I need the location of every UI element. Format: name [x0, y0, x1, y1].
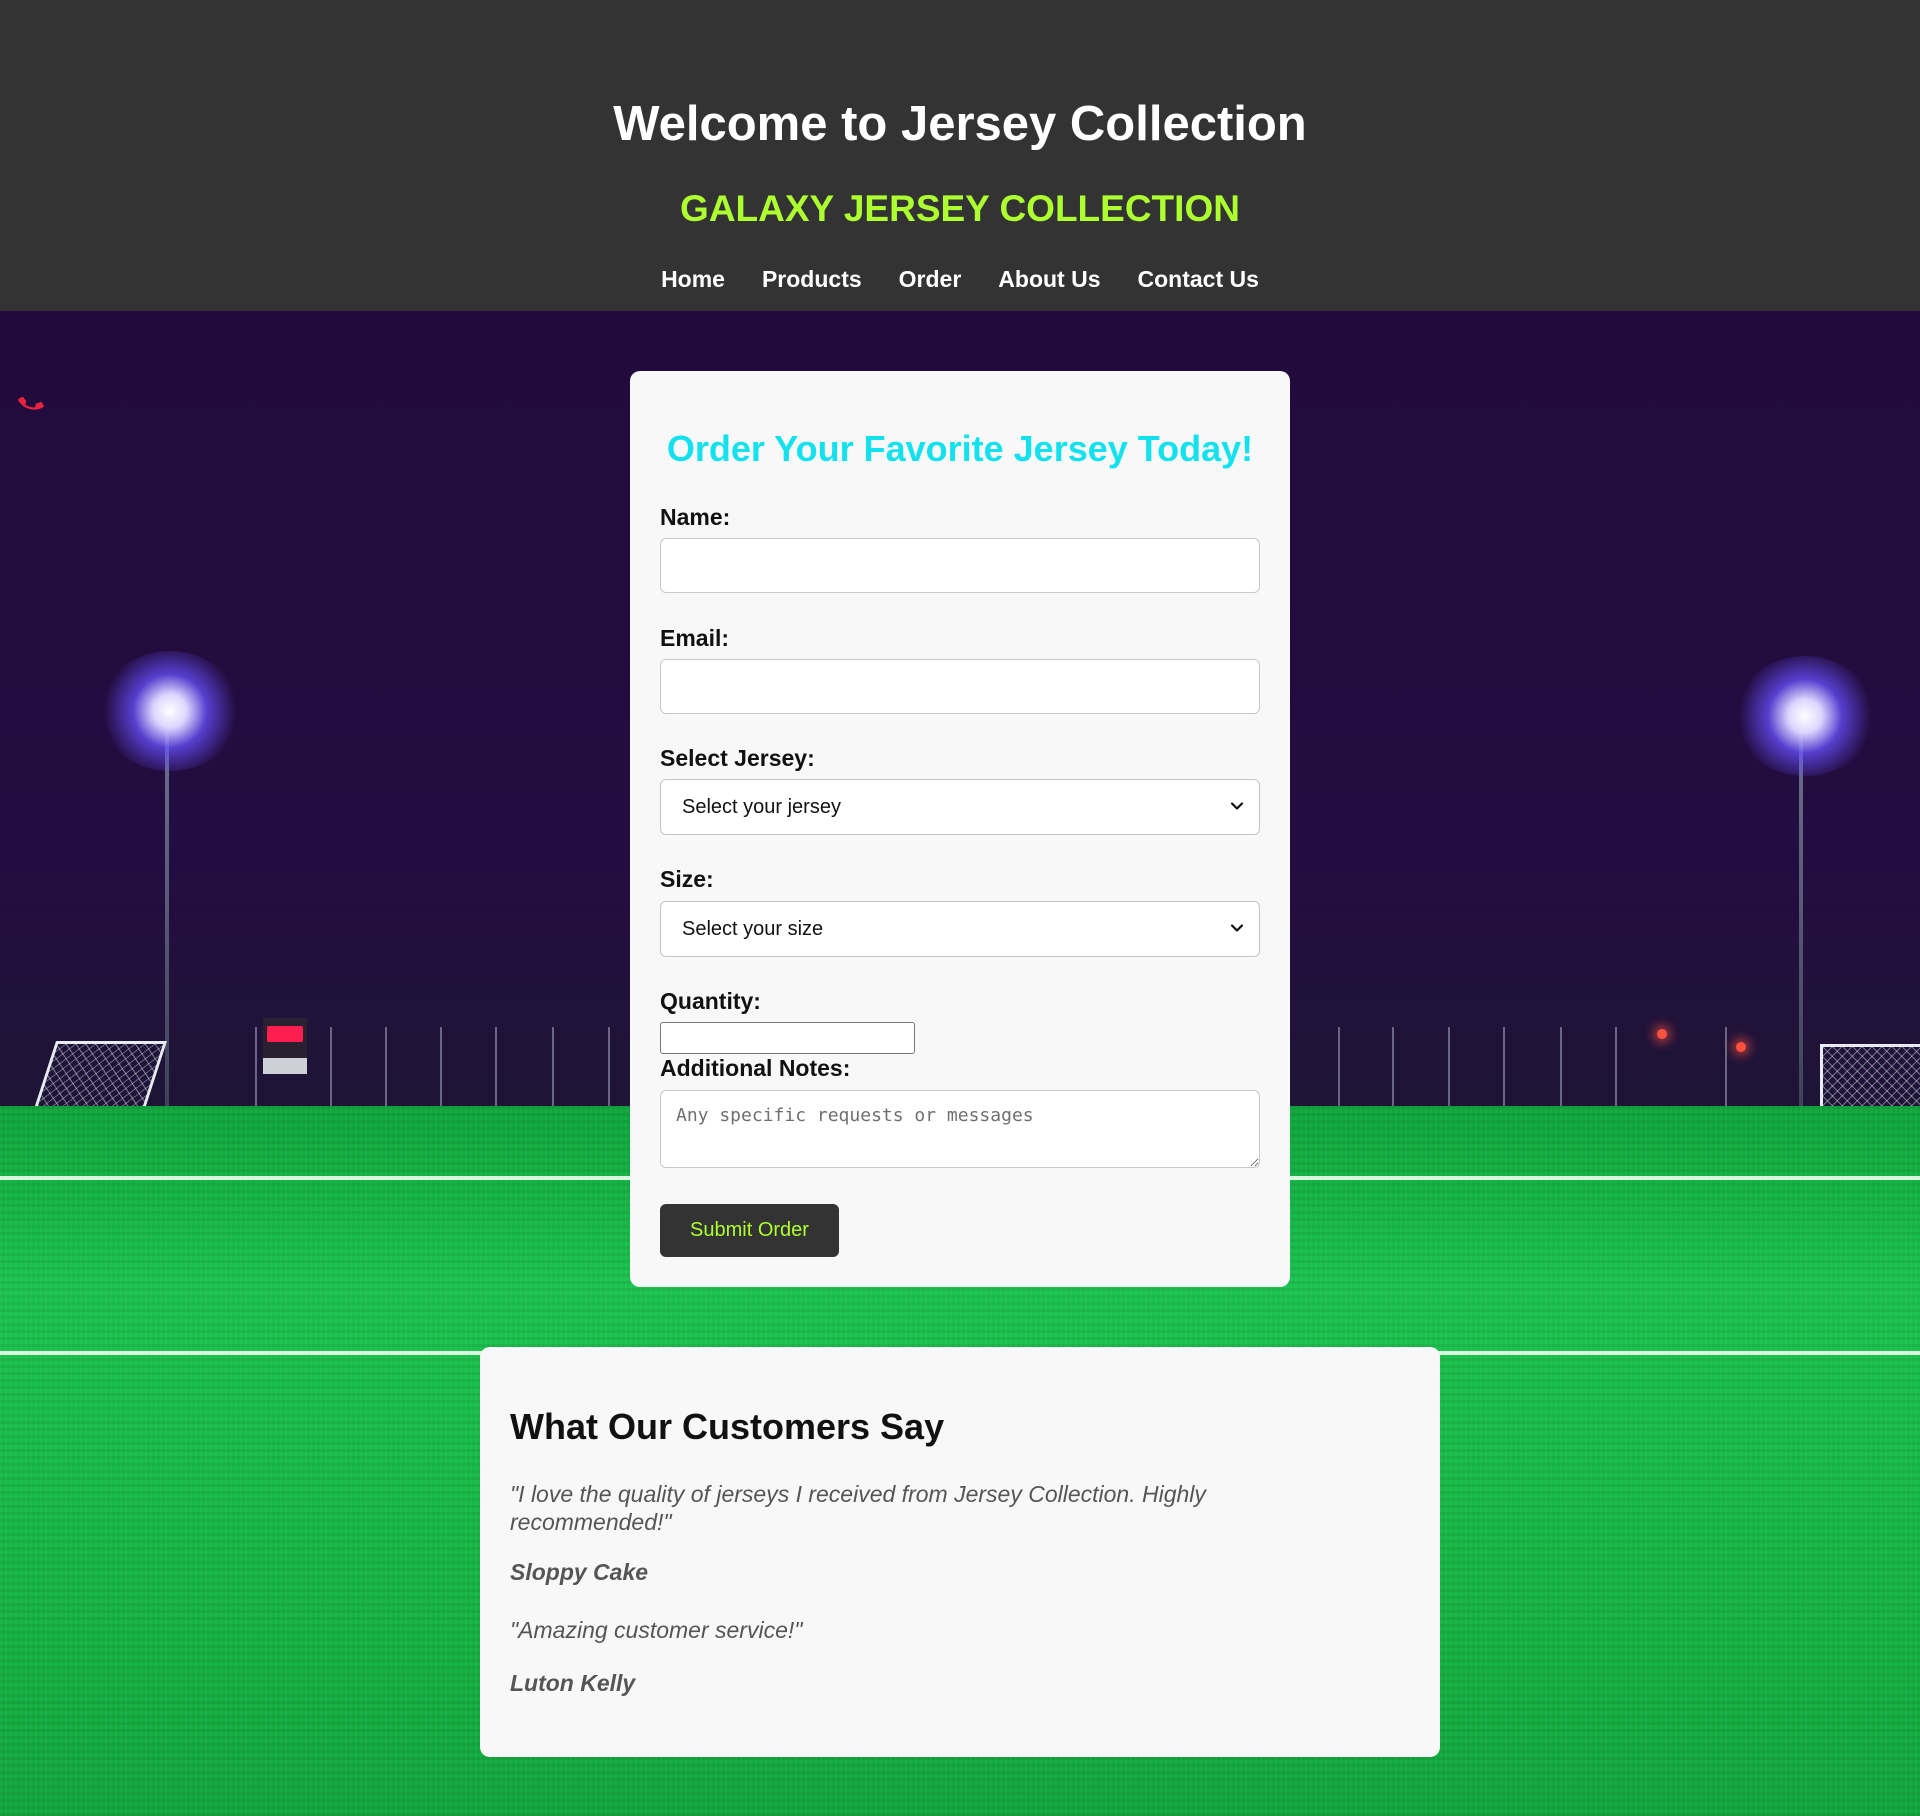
- floodlight: [1735, 656, 1875, 776]
- testimonial-quote: "I love the quality of jerseys I receive…: [510, 1481, 1206, 1535]
- floodlight-pole: [1799, 731, 1803, 1106]
- fence-post: [552, 1027, 554, 1107]
- name-input[interactable]: [660, 538, 1260, 593]
- jersey-select-value: Select your jersey: [682, 796, 841, 818]
- size-select[interactable]: Select your size: [660, 901, 1260, 957]
- jersey-label: Select Jersey:: [660, 745, 815, 771]
- testimonial-quote: "Amazing customer service!": [510, 1617, 803, 1643]
- notes-textarea[interactable]: [660, 1090, 1260, 1168]
- chevron-down-icon: [1230, 924, 1244, 932]
- fence-post: [385, 1027, 387, 1107]
- nav-order[interactable]: Order: [899, 266, 962, 293]
- size-label: Size:: [660, 866, 714, 892]
- fence-post: [1338, 1027, 1340, 1107]
- goal-net-left: [33, 1041, 168, 1109]
- red-light: [1736, 1042, 1746, 1052]
- scoreboard: [263, 1018, 307, 1074]
- jersey-select[interactable]: Select your jersey: [660, 779, 1260, 835]
- name-label: Name:: [660, 504, 731, 530]
- fence-post: [1503, 1027, 1505, 1107]
- fence-post: [495, 1027, 497, 1107]
- chevron-down-icon: [1230, 802, 1244, 810]
- fence-post: [440, 1027, 442, 1107]
- floodlight-pole: [165, 731, 169, 1106]
- red-light: [1657, 1029, 1667, 1039]
- nav-contact-us[interactable]: Contact Us: [1138, 266, 1259, 293]
- fence-post: [330, 1027, 332, 1107]
- fence-post: [1615, 1027, 1617, 1107]
- floodlight: [100, 651, 240, 771]
- fence-post: [1725, 1027, 1727, 1107]
- testimonials-heading: What Our Customers Say: [510, 1406, 945, 1447]
- site-header: Welcome to Jersey Collection GALAXY JERS…: [0, 0, 1920, 311]
- nav-about-us[interactable]: About Us: [998, 266, 1100, 293]
- nav-home[interactable]: Home: [661, 266, 725, 293]
- submit-order-button[interactable]: Submit Order: [660, 1204, 839, 1257]
- testimonial-author: Luton Kelly: [510, 1670, 636, 1696]
- main-nav: Home Products Order About Us Contact Us: [0, 266, 1920, 293]
- fence-post: [255, 1027, 257, 1107]
- quantity-input[interactable]: [660, 1022, 915, 1054]
- fence-post: [1392, 1027, 1394, 1107]
- fence-post: [1560, 1027, 1562, 1107]
- quantity-label: Quantity:: [660, 988, 761, 1014]
- phone-icon[interactable]: [18, 390, 44, 416]
- page-title: Welcome to Jersey Collection: [613, 97, 1307, 151]
- fence-post: [608, 1027, 610, 1107]
- size-select-value: Select your size: [682, 918, 824, 940]
- notes-label: Additional Notes:: [660, 1055, 851, 1081]
- email-input[interactable]: [660, 659, 1260, 714]
- nav-products[interactable]: Products: [762, 266, 862, 293]
- order-form-heading: Order Your Favorite Jersey Today!: [666, 428, 1254, 469]
- goal-net-right: [1820, 1044, 1920, 1110]
- fence-post: [1448, 1027, 1450, 1107]
- email-label: Email:: [660, 625, 730, 651]
- testimonial-author: Sloppy Cake: [510, 1559, 649, 1585]
- brand-name: GALAXY JERSEY COLLECTION: [680, 188, 1240, 229]
